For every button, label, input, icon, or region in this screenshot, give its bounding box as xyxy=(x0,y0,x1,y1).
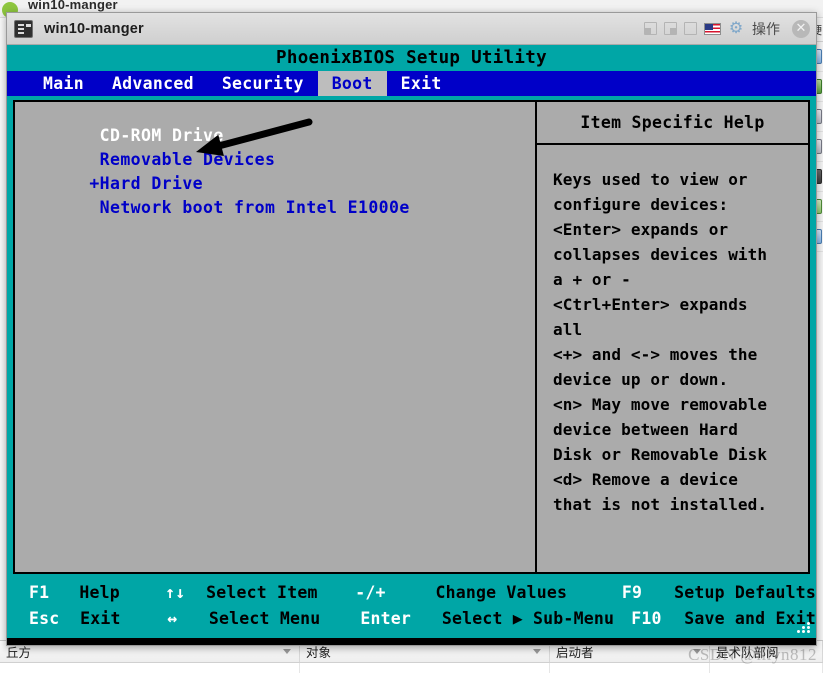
bios-footer-row-1: F1 Help ↑↓ Select Item -/+ Change Values… xyxy=(7,579,816,605)
help-line: configure devices: xyxy=(553,195,729,214)
table-cell xyxy=(710,663,823,673)
bios-panels: CD-ROM Drive Removable Devices +Hard Dri… xyxy=(13,100,810,574)
bios-menu-advanced[interactable]: Advanced xyxy=(98,71,208,96)
gear-icon[interactable]: ⚙ xyxy=(728,20,744,37)
screen-root: win10-manger 硬 xyxy=(0,0,823,673)
bios-footer-row-2: Esc Exit ↔ Select Menu Enter Select ▶ Su… xyxy=(7,605,816,631)
chevron-down-icon[interactable] xyxy=(693,649,701,654)
bios-menu-boot[interactable]: Boot xyxy=(317,71,387,96)
boot-item-cdrom[interactable]: CD-ROM Drive xyxy=(79,124,535,148)
footer-key-enter[interactable]: Enter xyxy=(360,609,441,628)
bios-menubar: Main Advanced Security Boot Exit xyxy=(7,71,816,96)
titlebar-controls: ⚙ 操作 ✕ xyxy=(644,19,810,39)
boot-item-hard-drive[interactable]: +Hard Drive xyxy=(79,172,535,196)
bios-footer: F1 Help ↑↓ Select Item -/+ Change Values… xyxy=(7,576,816,638)
help-line: <+> and <-> moves the xyxy=(553,345,758,364)
table-cell xyxy=(300,663,550,673)
help-line: a + or - xyxy=(553,270,631,289)
footer-key-f10[interactable]: F10 xyxy=(631,609,684,628)
footer-action-select-submenu: Select ▶ Sub-Menu xyxy=(441,608,615,628)
operations-label[interactable]: 操作 xyxy=(752,19,780,39)
boot-order-panel: CD-ROM Drive Removable Devices +Hard Dri… xyxy=(15,102,537,572)
background-window-title: win10-manger xyxy=(28,0,118,12)
footer-key-leftright-arrows[interactable]: ↔ xyxy=(167,609,209,628)
help-line: <d> Remove a device xyxy=(553,470,738,489)
bios-body: CD-ROM Drive Removable Devices +Hard Dri… xyxy=(7,96,816,576)
help-line: device between Hard xyxy=(553,420,738,439)
bios-screen: PhoenixBIOS Setup Utility Main Advanced … xyxy=(7,45,816,638)
table-cell xyxy=(550,663,710,673)
help-line: collapses devices with xyxy=(553,245,768,264)
chevron-down-icon[interactable] xyxy=(533,649,541,654)
footer-action-select-menu: Select Menu xyxy=(208,608,321,628)
footer-action-help: Help xyxy=(79,582,120,602)
footer-key-esc[interactable]: Esc xyxy=(29,609,80,628)
table-cell xyxy=(0,663,300,673)
footer-action-change-values: Change Values xyxy=(435,582,568,602)
footer-action-setup-defaults: Setup Defaults xyxy=(674,582,816,602)
resize-grip-icon[interactable] xyxy=(797,622,811,634)
close-icon[interactable]: ✕ xyxy=(792,19,810,38)
footer-action-select-item: Select Item xyxy=(206,582,318,602)
console-icon xyxy=(14,19,33,38)
us-flag-icon[interactable] xyxy=(704,22,721,35)
help-line: all xyxy=(553,320,583,339)
chevron-down-icon[interactable] xyxy=(283,649,291,654)
item-specific-help-panel: Item Specific Help Keys used to view or … xyxy=(537,102,808,572)
help-line: Keys used to view or xyxy=(553,170,748,189)
bios-menu-security[interactable]: Security xyxy=(208,71,318,96)
help-line: <Ctrl+Enter> expands xyxy=(553,295,748,314)
help-line: <Enter> expands or xyxy=(553,220,729,239)
boot-item-network-boot[interactable]: Network boot from Intel E1000e xyxy=(79,196,535,220)
help-line: <n> May move removable xyxy=(553,395,768,414)
bios-menu-exit[interactable]: Exit xyxy=(387,71,456,96)
help-line: device up or down. xyxy=(553,370,729,389)
bios-title: PhoenixBIOS Setup Utility xyxy=(7,45,816,71)
help-panel-body: Keys used to view or configure devices: … xyxy=(537,145,808,517)
footer-key-f9[interactable]: F9 xyxy=(622,583,674,602)
bios-menu-main[interactable]: Main xyxy=(29,71,98,96)
help-line: that is not installed. xyxy=(553,495,768,514)
vm-window-titlebar[interactable]: win10-manger ⚙ 操作 ✕ xyxy=(7,13,816,45)
maximize-icon[interactable] xyxy=(684,22,697,35)
background-table-body xyxy=(0,663,823,673)
vm-window-title: win10-manger xyxy=(44,20,144,37)
minimize-corner-icon[interactable] xyxy=(664,22,677,35)
footer-key-f1[interactable]: F1 xyxy=(29,583,79,602)
restore-down-icon[interactable] xyxy=(644,22,657,35)
footer-key-minus-plus[interactable]: -/+ xyxy=(355,583,435,602)
boot-item-removable-devices[interactable]: Removable Devices xyxy=(79,148,535,172)
footer-key-updown-arrows[interactable]: ↑↓ xyxy=(165,583,206,602)
help-line: Disk or Removable Disk xyxy=(553,445,768,464)
help-panel-title: Item Specific Help xyxy=(537,102,808,145)
footer-action-exit: Exit xyxy=(80,608,121,628)
vm-window-bottom-edge xyxy=(7,638,816,645)
vm-console-window: win10-manger ⚙ 操作 ✕ PhoenixBIOS Setup Ut… xyxy=(6,12,817,646)
